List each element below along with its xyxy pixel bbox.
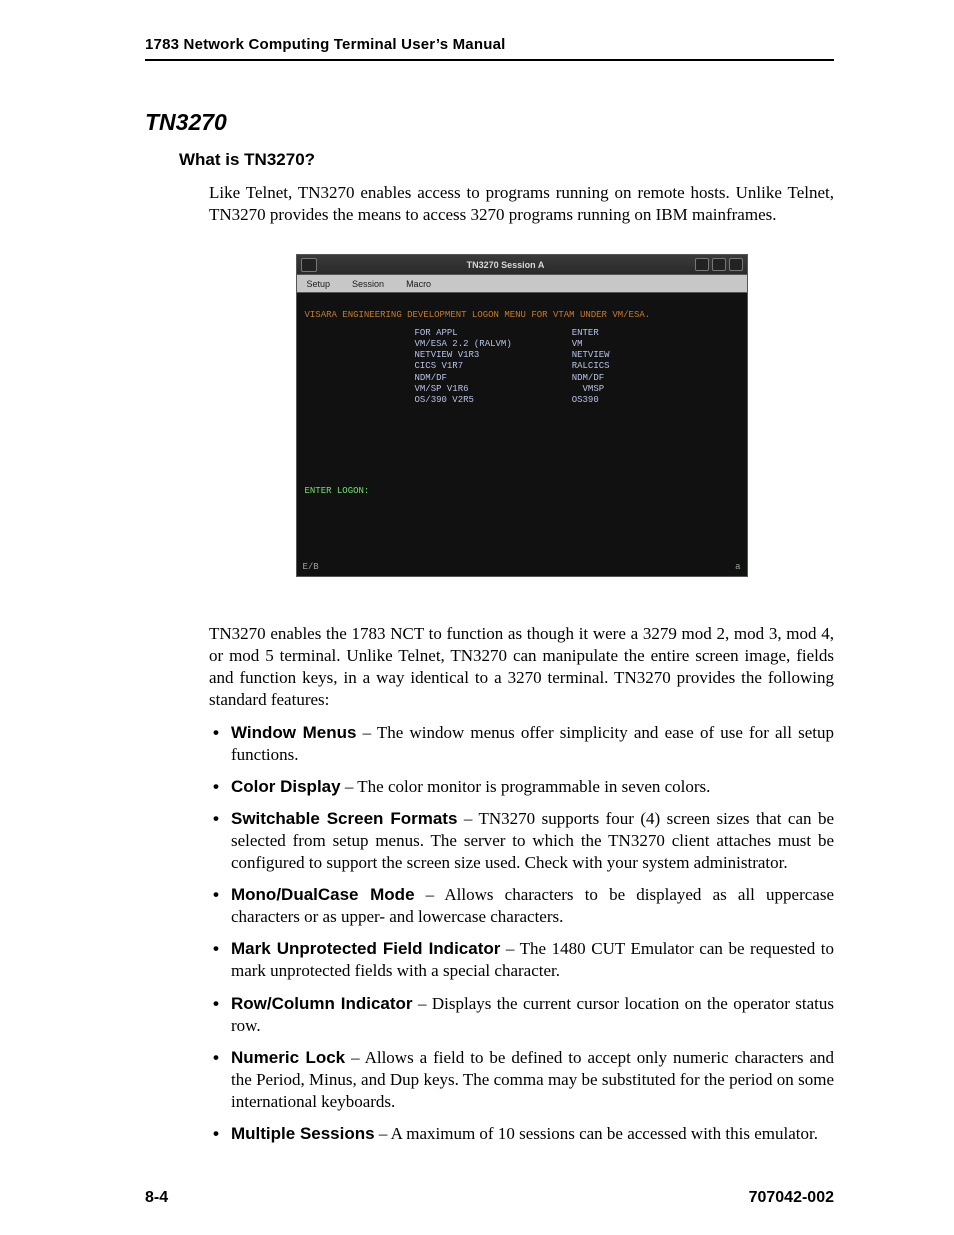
feature-name: Row/Column Indicator [231,994,413,1013]
sub-heading: What is TN3270? [179,150,834,170]
feature-item: Row/Column Indicator – Displays the curr… [209,993,834,1037]
body-block: Like Telnet, TN3270 enables access to pr… [209,182,834,1145]
feature-name: Mono/DualCase Mode [231,885,415,904]
terminal-columns: FOR APPL VM/ESA 2.2 (RALVM) NETVIEW V1R3… [415,328,739,407]
page-number: 8-4 [145,1189,168,1207]
feature-item: Color Display – The color monitor is pro… [209,776,834,798]
feature-name: Numeric Lock [231,1048,345,1067]
feature-text: – A maximum of 10 sessions can be access… [375,1124,818,1143]
figure-wrap: TN3270 Session A Setup Session Macro VIS… [209,254,834,577]
system-menu-icon [301,258,317,272]
terminal-header-line: VISARA ENGINEERING DEVELOPMENT LOGON MEN… [305,310,651,320]
menu-macro: Macro [406,279,431,289]
terminal-col-right: ENTER VM NETVIEW RALCICS NDM/DF VMSP OS3… [572,328,610,407]
feature-item: Numeric Lock – Allows a field to be defi… [209,1047,834,1113]
feature-name: Switchable Screen Formats [231,809,457,828]
terminal-enter-logon: ENTER LOGON: [305,486,739,497]
feature-name: Window Menus [231,723,356,742]
feature-item: Mono/DualCase Mode – Allows characters t… [209,884,834,928]
feature-name: Multiple Sessions [231,1124,375,1143]
window-controls [695,258,743,271]
feature-item: Window Menus – The window menus offer si… [209,722,834,766]
feature-name: Color Display [231,777,341,796]
feature-text: – The color monitor is programmable in s… [341,777,711,796]
menu-session: Session [352,279,384,289]
maximize-icon [712,258,726,271]
tn3270-screenshot: TN3270 Session A Setup Session Macro VIS… [296,254,748,577]
page: 1783 Network Computing Terminal User’s M… [0,0,954,1235]
page-footer: 8-4 707042-002 [145,1189,834,1207]
header-rule [145,59,834,61]
running-head: 1783 Network Computing Terminal User’s M… [145,36,834,59]
feature-name: Mark Unprotected Field Indicator [231,939,500,958]
menu-setup: Setup [307,279,331,289]
terminal-status-row: E/B a [303,562,741,572]
feature-item: Mark Unprotected Field Indicator – The 1… [209,938,834,982]
after-figure-paragraph: TN3270 enables the 1783 NCT to function … [209,623,834,711]
window-titlebar: TN3270 Session A [297,255,747,275]
doc-number: 707042-002 [749,1189,834,1207]
intro-paragraph: Like Telnet, TN3270 enables access to pr… [209,182,834,226]
feature-list: Window Menus – The window menus offer si… [209,722,834,1146]
feature-item: Switchable Screen Formats – TN3270 suppo… [209,808,834,874]
window-title: TN3270 Session A [317,260,695,270]
status-right: a [735,562,740,572]
menu-bar: Setup Session Macro [297,275,747,293]
terminal-col-left: FOR APPL VM/ESA 2.2 (RALVM) NETVIEW V1R3… [415,328,512,407]
status-left: E/B [303,562,319,572]
terminal-area: VISARA ENGINEERING DEVELOPMENT LOGON MEN… [297,293,747,519]
feature-item: Multiple Sessions – A maximum of 10 sess… [209,1123,834,1145]
minimize-icon [695,258,709,271]
section-title: TN3270 [145,109,834,136]
close-icon [729,258,743,271]
